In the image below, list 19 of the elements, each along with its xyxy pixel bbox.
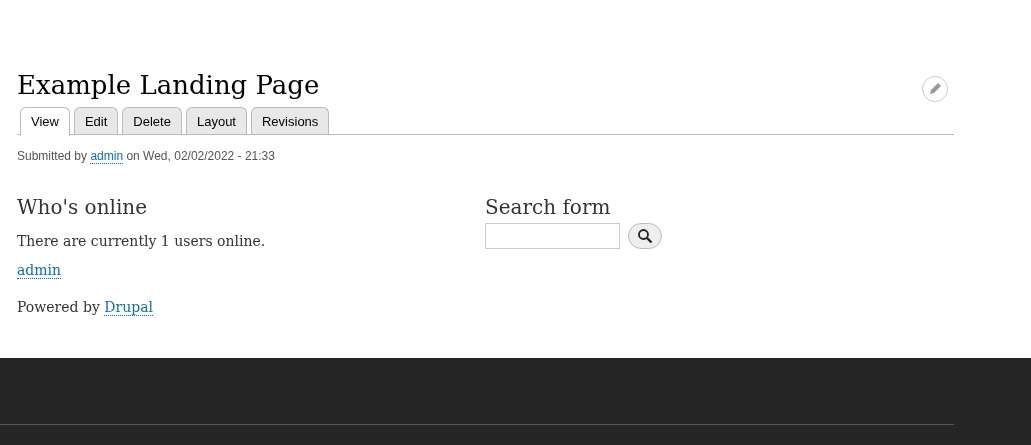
tab[interactable]: Edit [73,107,119,135]
tab[interactable]: Layout [185,107,247,135]
pencil-icon [928,82,942,96]
search-field[interactable] [485,223,620,250]
search-button[interactable] [628,223,662,250]
tab[interactable]: View [20,107,70,137]
drupal-link[interactable]: Drupal [104,299,153,317]
online-text: There are currently 1 users online. [17,232,267,252]
powered-by-text: Powered by Drupal [17,298,154,319]
tab[interactable]: Delete [122,107,182,135]
block-title: Search form [485,195,612,220]
submitted-info: Submitted by admin on Wed, 02/02/2022 - 21:33 [17,148,276,166]
page-title: Example Landing Page [17,70,320,102]
edit-button[interactable] [922,76,948,102]
user-link[interactable]: admin [17,262,62,280]
author-link[interactable]: admin [90,149,124,165]
tab[interactable]: Revisions [251,107,330,135]
search-icon [637,228,653,245]
block-title: Who's online [17,195,149,220]
